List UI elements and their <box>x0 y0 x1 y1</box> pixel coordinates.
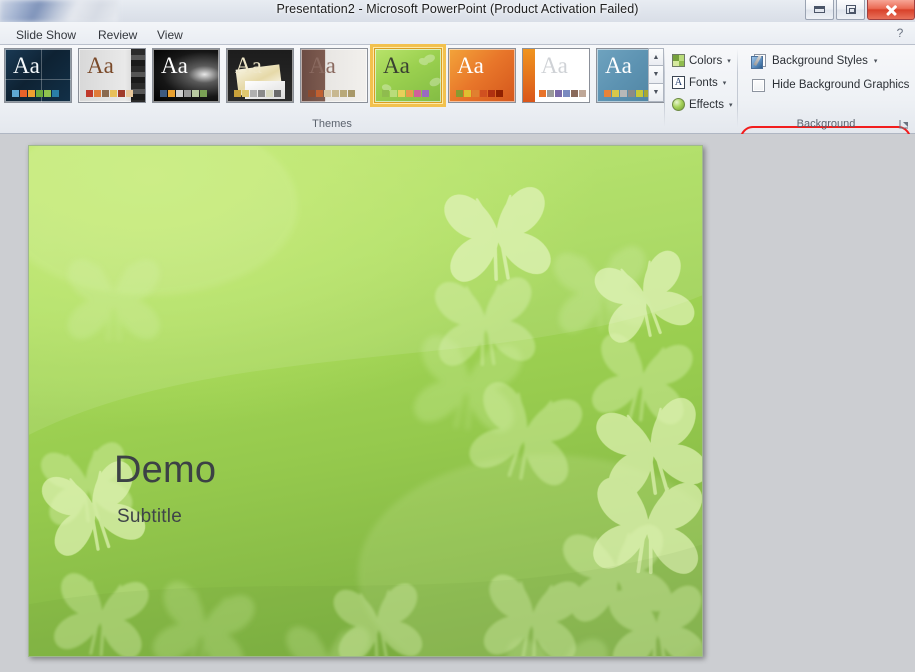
group-separator <box>664 49 665 127</box>
chevron-down-icon: ▼ <box>653 71 660 78</box>
background-styles-icon <box>751 54 767 69</box>
themes-group-label: Themes <box>0 118 664 130</box>
more-icon: ▼ <box>653 89 660 96</box>
window-title: Presentation2 - Microsoft PowerPoint (Pr… <box>0 2 915 16</box>
tab-view[interactable]: View <box>147 24 193 45</box>
theme-decoration <box>131 49 145 103</box>
theme-thumbnail-angles[interactable]: Aa <box>152 48 220 103</box>
theme-preview-text: Aa <box>309 54 336 77</box>
theme-preview-text: Aa <box>87 54 114 77</box>
fonts-button[interactable]: A Fonts ▾ <box>670 72 744 93</box>
chevron-up-icon: ▲ <box>653 54 660 61</box>
theme-thumbnail-aspect[interactable]: Aa <box>300 48 368 103</box>
theme-preview-text: Aa <box>161 54 188 77</box>
hide-background-graphics-checkbox[interactable]: Hide Background Graphics <box>748 75 913 95</box>
theme-thumbnail-flow[interactable]: Aa <box>374 48 442 103</box>
theme-preview-text: Aa <box>457 54 484 77</box>
theme-swatches <box>539 90 586 97</box>
theme-swatches <box>234 90 281 97</box>
theme-preview-text: Aa <box>383 54 410 77</box>
group-separator <box>737 49 738 127</box>
background-dialog-launcher[interactable] <box>899 119 910 130</box>
theme-swatches <box>382 90 429 97</box>
effects-label: Effects <box>689 99 724 111</box>
title-bar: Presentation2 - Microsoft PowerPoint (Pr… <box>0 0 915 22</box>
tab-review[interactable]: Review <box>88 24 147 45</box>
window-controls <box>805 0 915 22</box>
tab-slide-show[interactable]: Slide Show <box>6 24 86 45</box>
chevron-down-icon: ▾ <box>727 57 731 65</box>
fonts-label: Fonts <box>689 77 718 89</box>
themes-gallery[interactable]: Aa Aa Aa Aa Aa <box>4 48 649 118</box>
background-styles-button[interactable]: Background Styles ▾ <box>748 51 880 71</box>
effects-icon <box>672 98 685 111</box>
theme-parts-group: Colors ▾ A Fonts ▾ Effects ▾ <box>670 50 744 116</box>
theme-thumbnail-adjacency[interactable]: Aa <box>78 48 146 103</box>
checkbox-icon[interactable] <box>752 79 765 92</box>
restore-icon <box>846 5 856 14</box>
theme-preview-text: Aa <box>541 54 568 77</box>
powerpoint-window: Presentation2 - Microsoft PowerPoint (Pr… <box>0 0 915 672</box>
minimize-icon <box>814 6 825 13</box>
minimize-button[interactable] <box>805 0 834 20</box>
colors-icon <box>672 54 685 67</box>
ribbon-tab-bar: Slide Show Review View ? <box>0 22 915 45</box>
chevron-down-icon: ▾ <box>723 79 727 87</box>
theme-preview-text: Aa <box>235 54 262 77</box>
chevron-down-icon: ▾ <box>874 57 878 65</box>
tab-label: View <box>157 28 183 42</box>
tab-label: Slide Show <box>16 28 76 42</box>
theme-thumbnail-civic[interactable]: Aa <box>522 48 590 103</box>
tab-label: Review <box>98 28 137 42</box>
slide-canvas[interactable]: Demo Subtitle <box>28 145 703 657</box>
restore-button[interactable] <box>836 0 865 20</box>
theme-decoration <box>523 49 535 103</box>
ribbon: Aa Aa Aa Aa Aa <box>0 45 915 134</box>
gallery-scroll-down-button[interactable]: ▼ <box>648 66 664 84</box>
fonts-icon: A <box>672 76 685 89</box>
gallery-scroll-controls[interactable]: ▲ ▼ ▼ <box>648 48 664 104</box>
close-icon <box>885 3 898 16</box>
theme-swatches <box>308 90 355 97</box>
slide-subtitle[interactable]: Subtitle <box>117 506 182 528</box>
theme-swatches <box>160 90 207 97</box>
theme-thumbnail-apex[interactable]: Aa <box>226 48 294 103</box>
hide-background-graphics-label: Hide Background Graphics <box>772 79 909 91</box>
colors-label: Colors <box>689 55 722 67</box>
help-icon[interactable]: ? <box>893 26 907 40</box>
theme-swatches <box>86 90 133 97</box>
background-styles-label: Background Styles <box>772 55 868 67</box>
theme-swatches <box>456 90 503 97</box>
theme-swatches <box>604 90 651 97</box>
close-button[interactable] <box>867 0 915 20</box>
colors-button[interactable]: Colors ▾ <box>670 50 744 71</box>
background-group-label: Background <box>737 118 915 130</box>
theme-preview-text: Aa <box>605 54 632 77</box>
effects-button[interactable]: Effects ▾ <box>670 94 744 115</box>
slide-background-graphics <box>29 146 702 656</box>
gallery-more-button[interactable]: ▼ <box>648 84 664 102</box>
slide-workspace: Demo Subtitle <box>0 134 915 672</box>
theme-preview-text: Aa <box>13 54 40 77</box>
theme-thumbnail-austin[interactable]: Aa <box>448 48 516 103</box>
chevron-down-icon: ▾ <box>729 101 733 109</box>
theme-swatches <box>12 90 59 97</box>
slide-title[interactable]: Demo <box>114 449 216 492</box>
gallery-scroll-up-button[interactable]: ▲ <box>648 48 664 66</box>
theme-thumbnail-office[interactable]: Aa <box>4 48 72 103</box>
